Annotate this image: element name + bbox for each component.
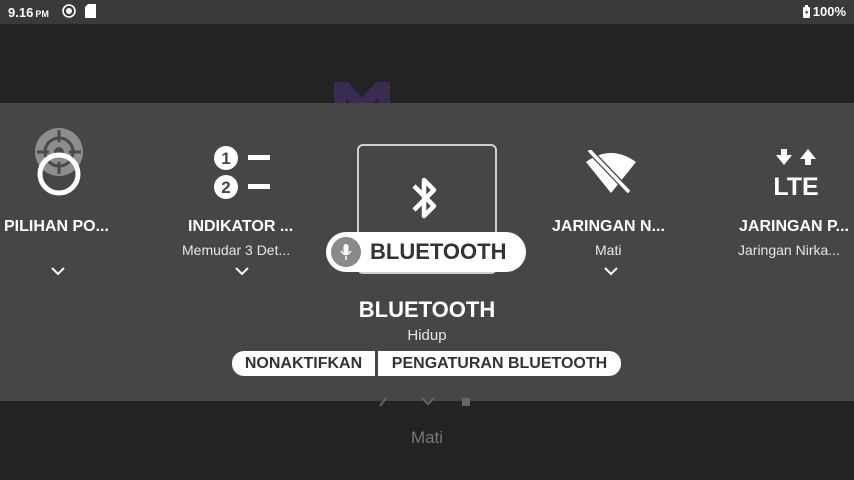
voice-access-label: BLUETOOTH xyxy=(326,232,526,272)
battery-status: 100% xyxy=(802,4,846,19)
chevron-down-icon[interactable] xyxy=(604,267,618,276)
battery-icon xyxy=(802,5,810,18)
tile-title-pilihan: PILIHAN PO... xyxy=(4,218,109,235)
svg-text:1: 1 xyxy=(221,149,230,168)
tile-subtitle-jaringan-n: Mati xyxy=(595,242,622,258)
status-bar: 9.16 PM 100% xyxy=(0,0,854,24)
bluetooth-settings-button[interactable]: PENGATURAN BLUETOOTH xyxy=(378,351,621,376)
numbered-list-icon[interactable]: 1 2 xyxy=(213,145,271,206)
lte-data-icon[interactable]: LTE xyxy=(770,149,822,202)
tile-title-indikator: INDIKATOR ... xyxy=(188,218,294,235)
svg-text:LTE: LTE xyxy=(773,173,818,197)
bluetooth-icon xyxy=(412,177,437,219)
settings-sync-icon xyxy=(62,4,76,21)
sd-card-icon xyxy=(85,4,96,21)
tile-title-jaringan-n: JARINGAN N... xyxy=(552,218,665,235)
background-icons xyxy=(379,397,470,407)
background-status-text: Mati xyxy=(410,428,444,447)
location-target-icon[interactable] xyxy=(33,128,85,203)
svg-text:2: 2 xyxy=(221,178,230,197)
tile-title-jaringan-p: JARINGAN P... xyxy=(739,218,849,235)
clock: 9.16 PM xyxy=(8,5,49,20)
turn-off-button[interactable]: NONAKTIFKAN xyxy=(232,351,375,376)
bluetooth-title: BLUETOOTH xyxy=(358,297,496,322)
chevron-down-icon[interactable] xyxy=(51,267,65,276)
tile-subtitle-jaringan-p: Jaringan Nirka... xyxy=(738,242,840,258)
bluetooth-status: Hidup xyxy=(407,327,447,344)
microphone-icon xyxy=(331,237,361,267)
chevron-down-icon[interactable] xyxy=(235,267,249,276)
voice-chip-text: BLUETOOTH xyxy=(370,239,507,264)
tile-subtitle-indikator: Memudar 3 Det... xyxy=(182,242,291,258)
wifi-off-icon[interactable] xyxy=(585,148,637,201)
